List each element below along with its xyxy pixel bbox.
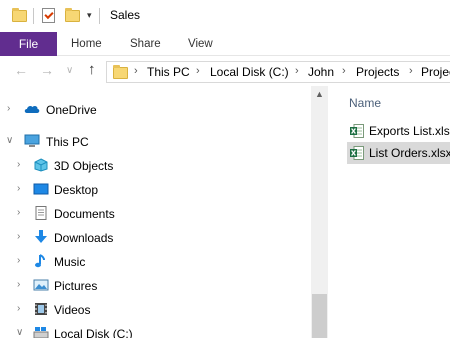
title-bar: ▾ Sales <box>0 0 450 32</box>
collapse-chevron-icon[interactable]: ∨ <box>6 135 13 146</box>
tree-item-label: Local Disk (C:) <box>54 327 133 338</box>
tab-file[interactable]: File <box>0 32 57 56</box>
documents-icon <box>35 206 47 220</box>
tree-item-videos[interactable]: › Videos <box>0 299 310 321</box>
tab-share[interactable]: Share <box>130 32 161 56</box>
ribbon-tabs: File Home Share View <box>0 32 450 56</box>
tree-item-desktop[interactable]: › Desktop <box>0 179 310 201</box>
tree-item-label: OneDrive <box>46 103 97 117</box>
expand-chevron-icon[interactable]: › <box>17 303 20 314</box>
address-bar[interactable]: › This PC › Local Disk (C:) › John › Pro… <box>106 61 450 83</box>
navigation-pane: › OneDrive ∨ This PC › 3D Objects › Desk… <box>0 86 329 338</box>
navigation-bar: ← → ∨ ↑ › This PC › Local Disk (C:) › Jo… <box>0 57 450 86</box>
tree-item-label: Videos <box>54 303 91 317</box>
expand-chevron-icon[interactable]: › <box>17 255 20 266</box>
tree-item-local-disk[interactable]: ∨ Local Disk (C:) <box>0 323 310 338</box>
tree-item-label: Music <box>54 255 86 269</box>
file-row-selected[interactable]: List Orders.xlsx <box>347 142 450 164</box>
videos-icon <box>35 303 47 315</box>
expand-chevron-icon[interactable]: › <box>17 183 20 194</box>
breadcrumb-current[interactable]: Projec <box>421 65 450 79</box>
onedrive-icon <box>24 105 40 113</box>
tree-item-label: Desktop <box>54 183 99 197</box>
file-list-pane: Name Exports List.xlsx List Orders.xlsx <box>329 86 450 338</box>
expand-chevron-icon[interactable]: › <box>17 279 20 290</box>
file-row[interactable]: Exports List.xlsx <box>347 120 450 142</box>
up-arrow-icon[interactable]: ↑ <box>88 61 96 78</box>
breadcrumb-projects[interactable]: Projects <box>356 65 399 79</box>
file-name: Exports List.xlsx <box>369 124 450 138</box>
separator <box>99 8 100 24</box>
breadcrumb-local-disk[interactable]: Local Disk (C:) <box>210 65 289 79</box>
scrollbar-thumb[interactable] <box>312 294 327 338</box>
recent-locations-icon[interactable]: ∨ <box>66 65 73 76</box>
breadcrumb-chevron-icon[interactable]: › <box>196 65 200 77</box>
nav-pane-scrollbar[interactable]: ▲ <box>311 86 328 338</box>
breadcrumb-john[interactable]: John <box>308 65 334 79</box>
customize-quick-access-icon[interactable]: ▾ <box>87 10 92 21</box>
desktop-icon <box>33 183 49 195</box>
tree-item-label: Pictures <box>54 279 98 293</box>
file-name: List Orders.xlsx <box>369 146 450 160</box>
tree-item-music[interactable]: › Music <box>0 251 310 273</box>
pictures-icon <box>33 279 49 291</box>
excel-file-icon <box>350 124 364 138</box>
music-icon <box>35 254 45 268</box>
drive-icon <box>33 327 49 338</box>
computer-icon <box>24 134 40 147</box>
excel-file-icon <box>350 146 364 160</box>
properties-icon[interactable] <box>42 8 55 23</box>
scroll-up-icon[interactable]: ▲ <box>315 89 324 99</box>
tree-item-label: Documents <box>54 207 115 221</box>
tree-item-3d-objects[interactable]: › 3D Objects <box>0 155 310 177</box>
tree-item-label: This PC <box>46 135 89 149</box>
tab-view[interactable]: View <box>188 32 213 56</box>
tree-item-label: Downloads <box>54 231 114 245</box>
collapse-chevron-icon[interactable]: ∨ <box>16 327 23 338</box>
breadcrumb-chevron-icon[interactable]: › <box>295 65 299 77</box>
3d-objects-icon <box>34 158 48 172</box>
tree-item-documents[interactable]: › Documents <box>0 203 310 225</box>
folder-icon[interactable] <box>12 8 27 22</box>
back-arrow-icon[interactable]: ← <box>14 62 28 78</box>
breadcrumb-this-pc[interactable]: This PC <box>147 65 190 79</box>
breadcrumb-chevron-icon[interactable]: › <box>409 65 413 77</box>
expand-chevron-icon[interactable]: › <box>17 159 20 170</box>
breadcrumb-chevron-icon[interactable]: › <box>134 65 138 77</box>
expand-chevron-icon[interactable]: › <box>17 231 20 242</box>
tree-item-onedrive[interactable]: › OneDrive <box>0 99 310 121</box>
forward-arrow-icon[interactable]: → <box>40 62 54 78</box>
tab-home[interactable]: Home <box>71 32 102 56</box>
tree-item-this-pc[interactable]: ∨ This PC <box>0 131 310 153</box>
new-folder-icon[interactable] <box>65 8 80 22</box>
tree-item-pictures[interactable]: › Pictures <box>0 275 310 297</box>
separator <box>33 8 34 24</box>
breadcrumb-chevron-icon[interactable]: › <box>342 65 346 77</box>
expand-chevron-icon[interactable]: › <box>7 103 10 114</box>
column-header-name[interactable]: Name <box>349 96 381 110</box>
window-title: Sales <box>110 8 141 22</box>
tree-item-downloads[interactable]: › Downloads <box>0 227 310 249</box>
tree-item-label: 3D Objects <box>54 159 114 173</box>
folder-icon <box>113 65 128 79</box>
expand-chevron-icon[interactable]: › <box>17 207 20 218</box>
downloads-icon <box>35 230 47 243</box>
